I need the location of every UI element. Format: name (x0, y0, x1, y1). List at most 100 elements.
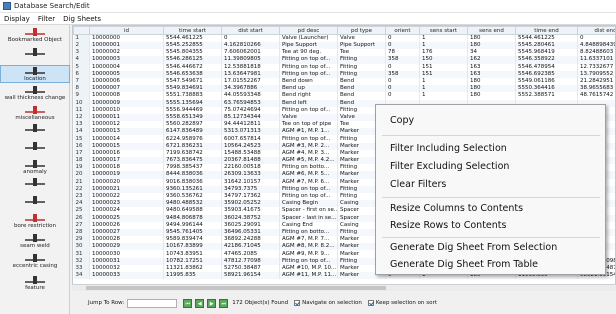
table-cell: 10000007 (89, 85, 164, 93)
keep-selection-checkbox[interactable] (367, 300, 374, 306)
sidebar-item-7[interactable]: anomaly (0, 159, 70, 175)
table-row[interactable]: 1 10000000 5544.461225 0 Valve (Launcher) Val… (73, 34, 615, 42)
sidebar-item-6[interactable] (0, 141, 70, 151)
table-cell: 162 (467, 56, 516, 64)
table-cell: 42186.71045 (221, 243, 280, 251)
menu-separator (382, 237, 600, 238)
menu-item-filter-excluding[interactable]: Filter Excluding Selection (390, 161, 509, 172)
table-cell: 94.44412811 (221, 121, 280, 129)
column-header[interactable]: time start (163, 26, 222, 35)
table-cell: 10000005 (89, 70, 164, 78)
table-cell: Fitting on top of... (279, 257, 338, 265)
location-icon (25, 67, 45, 75)
table-cell: 10000020 (89, 178, 164, 186)
menu-separator (382, 135, 600, 136)
menu-display[interactable]: Display (4, 15, 30, 23)
menu-item-copy[interactable]: Copy (390, 115, 414, 126)
row-number: 2 (73, 42, 90, 50)
menu-separator (382, 197, 600, 198)
menu-item-clear-filters[interactable]: Clear Filters (390, 179, 446, 190)
column-header[interactable]: id (89, 26, 164, 35)
menu-filter[interactable]: Filter (38, 15, 55, 23)
column-header[interactable]: dist start (221, 26, 280, 35)
restriction-icon (25, 214, 45, 222)
table-cell: 11995.835 (163, 272, 222, 280)
table-cell: 10000008 (89, 92, 164, 100)
table-cell: 26309.13633 (221, 171, 280, 179)
table-cell: 5546.286125 (163, 56, 222, 64)
table-row[interactable]: 5 10000004 5546.446672 12.53881818 Fitting o… (73, 63, 615, 71)
column-header[interactable]: orient (385, 26, 420, 35)
row-number: 33 (73, 264, 90, 272)
table-cell: 10000024 (89, 207, 164, 215)
sidebar-item-10[interactable]: bore restriction (0, 213, 70, 229)
sidebar-item-label: miscellaneous (15, 115, 55, 121)
table-cell: Fitting on top of... (279, 106, 338, 114)
table-cell: 12.53881818 (221, 63, 280, 71)
table-cell: 35903.41675 (221, 207, 280, 215)
column-header[interactable]: time end (515, 26, 578, 35)
table-cell: 180 (467, 92, 516, 100)
prev-row-button[interactable]: ◀ (195, 298, 205, 308)
sidebar-item-0[interactable]: Bookmarked Object (0, 27, 70, 43)
table-cell: AGM #7, M.P. 7... (279, 236, 338, 244)
sidebar-item-4[interactable]: miscellaneous (0, 105, 70, 121)
sidebar-item-1[interactable] (0, 47, 70, 57)
table-row[interactable]: 9 10000008 5551.738883 44.05593348 Bend righ… (73, 92, 615, 100)
sidebar-item-12[interactable]: eccentric casing (0, 253, 70, 269)
menu-dig-sheets[interactable]: Dig Sheets (63, 15, 101, 23)
table-cell: 10743.83951 (163, 250, 222, 258)
navigate-on-selection-label: Navigate on selection (302, 300, 362, 306)
sidebar-item-11[interactable]: seam weld (0, 233, 70, 249)
table-cell: AGM #9, M.P. 9... (279, 250, 338, 258)
table-cell: 150 (419, 56, 468, 64)
sidebar-item-label: bore restriction (13, 223, 57, 229)
dig-icon (25, 48, 45, 56)
column-header[interactable]: dist end (577, 26, 615, 35)
menu-item-filter-including[interactable]: Filter Including Selection (390, 143, 507, 154)
first-row-button[interactable]: ⏮ (183, 298, 193, 308)
sidebar-item-5[interactable] (0, 123, 70, 133)
scrollbar-thumb[interactable] (86, 286, 386, 290)
column-header[interactable] (73, 26, 90, 35)
sidebar-item-9[interactable] (0, 195, 70, 205)
table-cell: 5544.461225 (515, 34, 578, 42)
table-cell: Fitting (337, 63, 386, 71)
table-cell: 163 (467, 70, 516, 78)
table-cell: 5545.252855 (163, 42, 222, 50)
navigate-on-selection-checkbox[interactable] (294, 300, 301, 306)
table-cell: Casing End (279, 221, 338, 229)
table-row[interactable]: 8 10000007 5549.834691 34.3967886 Bend up Ben… (73, 85, 615, 93)
menu-item-dig-sheet-table[interactable]: Generate Dig Sheet From Table (390, 259, 538, 270)
column-header[interactable]: sens end (467, 26, 516, 35)
column-header[interactable]: sens start (419, 26, 468, 35)
table-cell: Valve (337, 34, 386, 42)
sidebar-item-3[interactable]: wall thickness change (0, 85, 70, 101)
sidebar-item-8[interactable] (0, 177, 70, 187)
table-cell: AGM #8, M.P. 8.2... (279, 243, 338, 251)
menu-item-resize-rows[interactable]: Resize Rows to Contents (390, 220, 506, 231)
table-cell: 34797.17362 (221, 192, 280, 201)
sidebar-item-2[interactable]: location (0, 65, 70, 83)
menu-item-dig-sheet-selection[interactable]: Generate Dig Sheet From Selection (390, 242, 557, 253)
table-row[interactable]: 7 10000006 5547.549671 17.01552267 Bend down… (73, 77, 615, 86)
column-header[interactable]: pd desc (279, 26, 338, 35)
table-cell: 10000009 (89, 99, 164, 107)
next-row-button[interactable]: ▶ (207, 298, 217, 308)
table-cell: AGM #10, M.P. 10... (279, 264, 338, 272)
table-row[interactable]: 3 10000002 5545.804355 7.606062001 Tee at 90… (73, 49, 615, 57)
table-cell: Valve (Launcher) (279, 34, 338, 42)
table-row[interactable]: 2 10000001 5545.252855 4.162810266 Pipe Supp… (73, 42, 615, 50)
table-row[interactable]: 6 10000005 5546.653638 13.63647981 Fitting o… (73, 70, 615, 78)
row-number: 26 (73, 214, 90, 222)
table-cell: 358 (385, 56, 420, 64)
column-header[interactable]: pd type (337, 26, 386, 35)
menu-item-resize-columns[interactable]: Resize Columns to Contents (390, 203, 523, 214)
table-row[interactable]: 4 10000003 5546.286125 11.39809805 Fitting o… (73, 56, 615, 64)
sidebar-item-13[interactable]: feature (0, 275, 70, 291)
horizontal-scrollbar[interactable] (72, 284, 616, 291)
jump-to-row-input[interactable] (127, 298, 178, 308)
table-cell: 10000027 (89, 228, 164, 237)
table-cell: Bend up (279, 85, 338, 93)
last-row-button[interactable]: ⏭ (219, 298, 229, 308)
